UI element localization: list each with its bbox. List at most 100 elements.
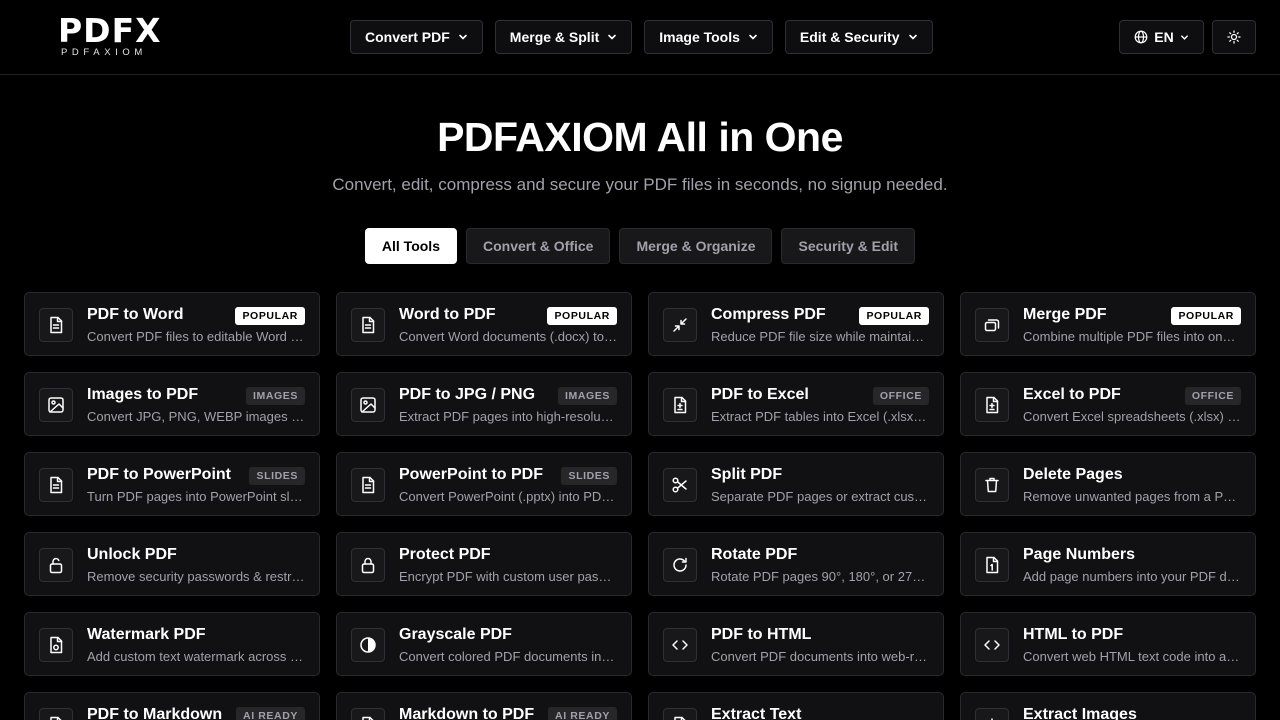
tool-title: Word to PDF [399,306,496,323]
nav-convert-pdf[interactable]: Convert PDF [350,20,483,54]
tool-card-pdf-to-excel[interactable]: PDF to Excel Extract PDF tables into Exce… [648,372,944,436]
tool-title: HTML to PDF [1023,626,1124,643]
tool-card-rotate-pdf[interactable]: Rotate PDF Rotate PDF pages 90°, 180°, or… [648,532,944,596]
chevron-down-icon [908,32,918,42]
tool-description: Combine multiple PDF files into one sing… [1023,329,1241,344]
tool-card-extract-images[interactable]: Extract Images [960,692,1256,720]
rotate-icon [663,548,697,582]
file-text-icon [39,468,73,502]
tool-description: Separate PDF pages or extract custom ran… [711,489,929,504]
tools-grid: PDF to Word Convert PDF files to editable… [24,292,1256,720]
tool-title: PDF to Markdown [87,706,223,720]
filter-merge-organize[interactable]: Merge & Organize [619,228,773,264]
tool-card-extract-text[interactable]: Extract Text [648,692,944,720]
tool-card-pdf-to-jpg-png[interactable]: PDF to JPG / PNG Extract PDF pages into h… [336,372,632,436]
language-label: EN [1154,29,1174,45]
tool-badge: AI READY [548,707,617,720]
file-text-icon [663,708,697,720]
nav-image-tools[interactable]: Image Tools [644,20,773,54]
filter-security-edit[interactable]: Security & Edit [781,228,916,264]
tool-card-html-to-pdf[interactable]: HTML to PDF Convert web HTML text code in… [960,612,1256,676]
tool-description: Extract PDF pages into high-resolution i… [399,409,617,424]
tool-card-delete-pages[interactable]: Delete Pages Remove unwanted pages from a… [960,452,1256,516]
tool-title: Extract Text [711,706,802,720]
tool-description: Convert PowerPoint (.pptx) into PDF docu… [399,489,617,504]
tool-title: Split PDF [711,466,783,483]
filter-convert-office[interactable]: Convert & Office [465,228,611,264]
tool-description: Turn PDF pages into PowerPoint slides (.… [87,489,305,504]
tool-title: Images to PDF [87,386,199,403]
tool-card-pdf-to-word[interactable]: PDF to Word Convert PDF files to editable… [24,292,320,356]
file-text-icon [39,708,73,720]
tool-title: Watermark PDF [87,626,206,643]
top-header: PDFX PDFAXIOM Convert PDF Merge & Split … [0,0,1280,75]
scissors-icon [663,468,697,502]
filter-all-tools[interactable]: All Tools [364,228,457,264]
logo-mark: PDFX [58,11,162,50]
page-subtitle: Convert, edit, compress and secure your … [332,175,948,194]
tool-description: Reduce PDF file size while maintaining q… [711,329,929,344]
tool-description: Convert Word documents (.docx) to PDF fo… [399,329,617,344]
code-icon [975,628,1009,662]
tool-card-pdf-to-markdown[interactable]: PDF to Markdown AI READY [24,692,320,720]
tool-title: Excel to PDF [1023,386,1121,403]
tool-card-word-to-pdf[interactable]: Word to PDF Convert Word documents (.docx… [336,292,632,356]
tool-title: Rotate PDF [711,546,798,563]
nav-label: Convert PDF [365,29,450,45]
stack-icon [975,308,1009,342]
tool-title: Merge PDF [1023,306,1107,323]
tool-card-merge-pdf[interactable]: Merge PDF Combine multiple PDF files into… [960,292,1256,356]
tool-title: Delete Pages [1023,466,1123,483]
tool-card-pdf-to-html[interactable]: PDF to HTML Convert PDF documents into we… [648,612,944,676]
nav-label: Edit & Security [799,29,900,45]
tool-title: Page Numbers [1023,546,1136,563]
tool-card-split-pdf[interactable]: Split PDF Separate PDF pages or extract c… [648,452,944,516]
tool-card-unlock-pdf[interactable]: Unlock PDF Remove security passwords & re… [24,532,320,596]
nav-label: Merge & Split [509,29,600,45]
tool-card-watermark-pdf[interactable]: Watermark PDF Add custom text watermark a… [24,612,320,676]
file-text-icon [351,708,385,720]
category-filters: All Tools Convert & Office Merge & Organ… [0,228,1280,264]
tool-card-powerpoint-to-pdf[interactable]: PowerPoint to PDF Convert PowerPoint (.pp… [336,452,632,516]
tool-title: PDF to JPG / PNG [399,386,536,403]
page-title: PDFAXIOM All in One [437,114,843,160]
contrast-icon [351,628,385,662]
file-plus-minus-icon [975,388,1009,422]
nav-edit-security[interactable]: Edit & Security [784,20,933,54]
tool-description: Convert web HTML text code into a PDF do… [1023,649,1241,664]
tool-card-compress-pdf[interactable]: Compress PDF Reduce PDF file size while m… [648,292,944,356]
tool-badge: IMAGES [245,387,305,405]
theme-toggle-button[interactable] [1212,20,1256,54]
tool-title: PDF to Excel [711,386,809,403]
tool-card-markdown-to-pdf[interactable]: Markdown to PDF AI READY [336,692,632,720]
sun-icon [1227,30,1241,44]
tool-card-grayscale-pdf[interactable]: Grayscale PDF Convert colored PDF documen… [336,612,632,676]
tool-description: Remove security passwords & restrictions… [87,569,305,584]
tool-description: Remove unwanted pages from a PDF documen… [1023,489,1241,504]
logo[interactable]: PDFX PDFAXIOM [58,14,172,60]
tool-card-pdf-to-powerpoint[interactable]: PDF to PowerPoint Turn PDF pages into Pow… [24,452,320,516]
tool-description: Add page numbers into your PDF document [1023,569,1241,584]
nav-merge-split[interactable]: Merge & Split [494,20,633,54]
tool-badge: POPULAR [859,307,929,325]
tool-badge: POPULAR [547,307,617,325]
tool-description: Convert JPG, PNG, WEBP images into a PDF… [87,409,305,424]
image-icon [39,388,73,422]
chevron-down-icon [748,32,758,42]
main-nav: Convert PDF Merge & Split Image Tools Ed… [350,20,933,54]
nav-label: Image Tools [659,29,740,45]
tool-badge: AI READY [236,707,305,720]
file-plus-minus-icon [663,388,697,422]
chevron-down-icon [458,32,468,42]
tool-title: PDF to PowerPoint [87,466,231,483]
file-stamp-icon [39,628,73,662]
tool-card-page-numbers[interactable]: Page Numbers Add page numbers into your P… [960,532,1256,596]
tool-card-images-to-pdf[interactable]: Images to PDF Convert JPG, PNG, WEBP imag… [24,372,320,436]
tool-title: PDF to HTML [711,626,812,643]
tool-card-excel-to-pdf[interactable]: Excel to PDF Convert Excel spreadsheets (… [960,372,1256,436]
tool-title: Compress PDF [711,306,826,323]
language-selector[interactable]: EN [1119,20,1204,54]
tool-card-protect-pdf[interactable]: Protect PDF Encrypt PDF with custom user … [336,532,632,596]
tool-badge: IMAGES [557,387,617,405]
code-icon [663,628,697,662]
